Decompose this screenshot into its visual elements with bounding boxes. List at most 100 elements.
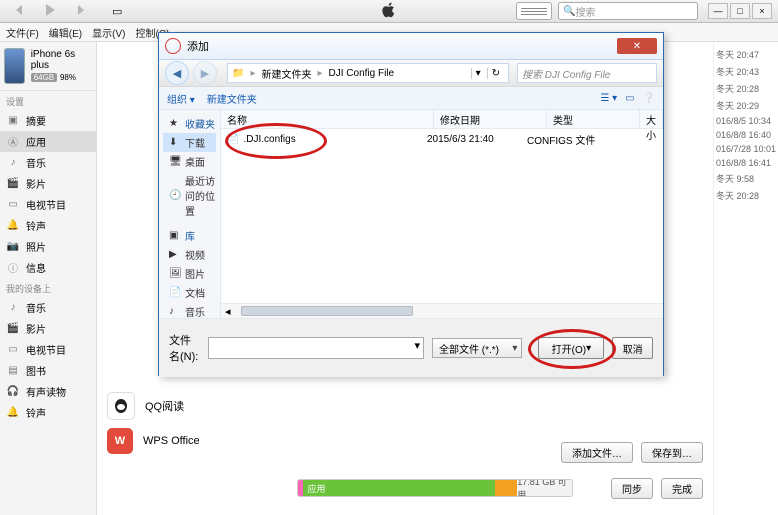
sidebar-item2-ringtone[interactable]: 🔔铃声	[0, 402, 96, 423]
tree-music[interactable]: ♪音乐	[163, 302, 216, 318]
sidebar-item-apps[interactable]: Ⓐ应用	[0, 131, 96, 152]
dialog-titlebar: 添加 ✕	[159, 33, 663, 60]
app-icon	[107, 392, 135, 420]
sidebar-item-info[interactable]: ⓘ信息	[0, 257, 96, 278]
dialog-file-list: 名称 修改日期 类型 大小 📄.DJI.configs 2015/6/3 21:…	[221, 110, 663, 318]
sidebar-item2-books[interactable]: ▤图书	[0, 360, 96, 381]
apps-icon: Ⓐ	[6, 135, 20, 149]
video-icon: ▶	[169, 249, 181, 261]
file-open-dialog: 添加 ✕ ◀ ▶ 📁 ▸ 新建文件夹 ▸ DJI Config File ▾↻ …	[158, 32, 664, 376]
dialog-nav-tree: ★收藏夹 ⬇下载 🖥桌面 🕘最近访问的位置 ▣库 ▶视频 🖼图片 📄文档 ♪音乐…	[159, 110, 221, 318]
sidebar-item-summary[interactable]: ▣摘要	[0, 110, 96, 131]
device-name: iPhone 6s plus	[31, 49, 92, 71]
storage-free-label: 17.81 GB 可用	[517, 479, 572, 497]
menu-view[interactable]: 显示(V)	[92, 25, 125, 40]
cancel-button[interactable]: 取消	[612, 337, 653, 359]
sidebar-item-tv[interactable]: ▭电视节目	[0, 194, 96, 215]
refresh-icon[interactable]: ↻	[487, 68, 504, 79]
dialog-toolbar: 组织 ▾ 新建文件夹 ☰ ▾ ▭ ❔	[159, 87, 663, 110]
sidebar-section-device: 我的设备上	[0, 278, 96, 297]
help-icon[interactable]: ❔	[643, 93, 655, 104]
window-close-button[interactable]: ×	[752, 3, 772, 19]
movies-icon: 🎬	[6, 322, 20, 336]
window-max-button[interactable]: □	[730, 3, 750, 19]
movies-icon: 🎬	[6, 177, 20, 191]
view-menu-icon[interactable]: ☰ ▾	[600, 93, 617, 104]
sidebar-section-settings: 设置	[0, 91, 96, 110]
download-icon: ⬇	[169, 137, 181, 149]
open-button[interactable]: 打开(O) ▾	[538, 337, 604, 359]
tree-favorites[interactable]: ★收藏夹	[163, 114, 216, 133]
audiobook-icon: 🎧	[6, 385, 20, 399]
dialog-app-icon	[165, 38, 181, 54]
ringtone-icon: 🔔	[6, 406, 20, 420]
new-folder-button[interactable]: 新建文件夹	[207, 91, 257, 106]
nav-back-button[interactable]: ◀	[165, 61, 189, 85]
menu-file[interactable]: 文件(F)	[6, 25, 39, 40]
done-button[interactable]: 完成	[661, 478, 703, 499]
sidebar-item2-tv[interactable]: ▭电视节目	[0, 339, 96, 360]
sidebar-item-movies[interactable]: 🎬影片	[0, 173, 96, 194]
view-list-button[interactable]	[516, 2, 552, 20]
filetype-combo[interactable]: 全部文件 (*.*)	[432, 338, 522, 358]
info-icon: ⓘ	[6, 261, 20, 275]
tree-libraries[interactable]: ▣库	[163, 226, 216, 245]
tree-pictures[interactable]: 🖼图片	[163, 264, 216, 283]
phone-icon	[4, 48, 25, 84]
nav-back-icon[interactable]	[12, 2, 28, 21]
nav-play-icon[interactable]	[42, 2, 58, 21]
filename-input[interactable]	[208, 337, 424, 359]
document-icon: 📄	[169, 287, 181, 299]
file-rows: 📄.DJI.configs 2015/6/3 21:40 CONFIGS 文件	[221, 129, 663, 303]
organize-menu[interactable]: 组织 ▾	[167, 91, 195, 106]
summary-icon: ▣	[6, 114, 20, 128]
sidebar-item2-audiobook[interactable]: 🎧有声读物	[0, 381, 96, 402]
sidebar: iPhone 6s plus 64GB 98% 设置 ▣摘要 Ⓐ应用 ♪音乐 🎬…	[0, 42, 97, 515]
save-to-button[interactable]: 保存到…	[641, 442, 703, 463]
dialog-navbar: ◀ ▶ 📁 ▸ 新建文件夹 ▸ DJI Config File ▾↻ 搜索 DJ…	[159, 60, 663, 87]
photos-icon: 📷	[6, 240, 20, 254]
star-icon: ★	[169, 118, 181, 130]
tv-icon: ▭	[6, 198, 20, 212]
desktop-icon: 🖥	[169, 156, 181, 168]
sync-button[interactable]: 同步	[611, 478, 653, 499]
column-headers[interactable]: 名称 修改日期 类型 大小	[221, 110, 663, 129]
sidebar-item2-movies[interactable]: 🎬影片	[0, 318, 96, 339]
horizontal-scrollbar[interactable]: ◂	[221, 303, 663, 318]
storage-bar: 应用 17.81 GB 可用	[297, 479, 573, 497]
menu-edit[interactable]: 编辑(E)	[49, 25, 82, 40]
breadcrumb[interactable]: 📁 ▸ 新建文件夹 ▸ DJI Config File ▾↻	[227, 63, 509, 83]
nav-fwd-icon[interactable]	[72, 2, 88, 21]
picture-icon: 🖼	[169, 268, 181, 280]
sidebar-item2-music[interactable]: ♪音乐	[0, 297, 96, 318]
sidebar-item-music[interactable]: ♪音乐	[0, 152, 96, 173]
preview-icon[interactable]: ▭	[625, 93, 634, 104]
tv-icon: ▭	[6, 343, 20, 357]
dialog-title: 添加	[187, 38, 209, 54]
nav-fwd-button[interactable]: ▶	[193, 61, 217, 85]
sidebar-item-ringtone[interactable]: 🔔铃声	[0, 215, 96, 236]
music-icon: ♪	[6, 156, 20, 170]
tree-recent[interactable]: 🕘最近访问的位置	[163, 171, 216, 220]
tree-desktop[interactable]: 🖥桌面	[163, 152, 216, 171]
dialog-search-input[interactable]: 搜索 DJI Config File	[517, 63, 657, 83]
global-search-input[interactable]: 🔍 搜索	[558, 2, 698, 20]
tree-documents[interactable]: 📄文档	[163, 283, 216, 302]
file-icon: 📄	[227, 134, 239, 145]
device-icon[interactable]: ▭	[112, 5, 122, 18]
battery-pct: 98%	[60, 73, 76, 82]
dialog-close-button[interactable]: ✕	[617, 38, 657, 54]
tree-videos[interactable]: ▶视频	[163, 245, 216, 264]
window-min-button[interactable]: —	[708, 3, 728, 19]
sidebar-item-photos[interactable]: 📷照片	[0, 236, 96, 257]
capacity-badge: 64GB	[31, 73, 57, 82]
recent-icon: 🕘	[169, 190, 181, 202]
file-row-dji[interactable]: 📄.DJI.configs 2015/6/3 21:40 CONFIGS 文件	[221, 129, 663, 150]
music-icon: ♪	[6, 301, 20, 315]
device-header[interactable]: iPhone 6s plus 64GB 98%	[0, 42, 96, 91]
app-row-qq[interactable]: QQ阅读	[107, 388, 703, 424]
add-file-button[interactable]: 添加文件…	[561, 442, 633, 463]
tree-downloads[interactable]: ⬇下载	[163, 133, 216, 152]
col-name: 名称	[221, 110, 434, 128]
folder-icon: 📁	[232, 68, 244, 79]
